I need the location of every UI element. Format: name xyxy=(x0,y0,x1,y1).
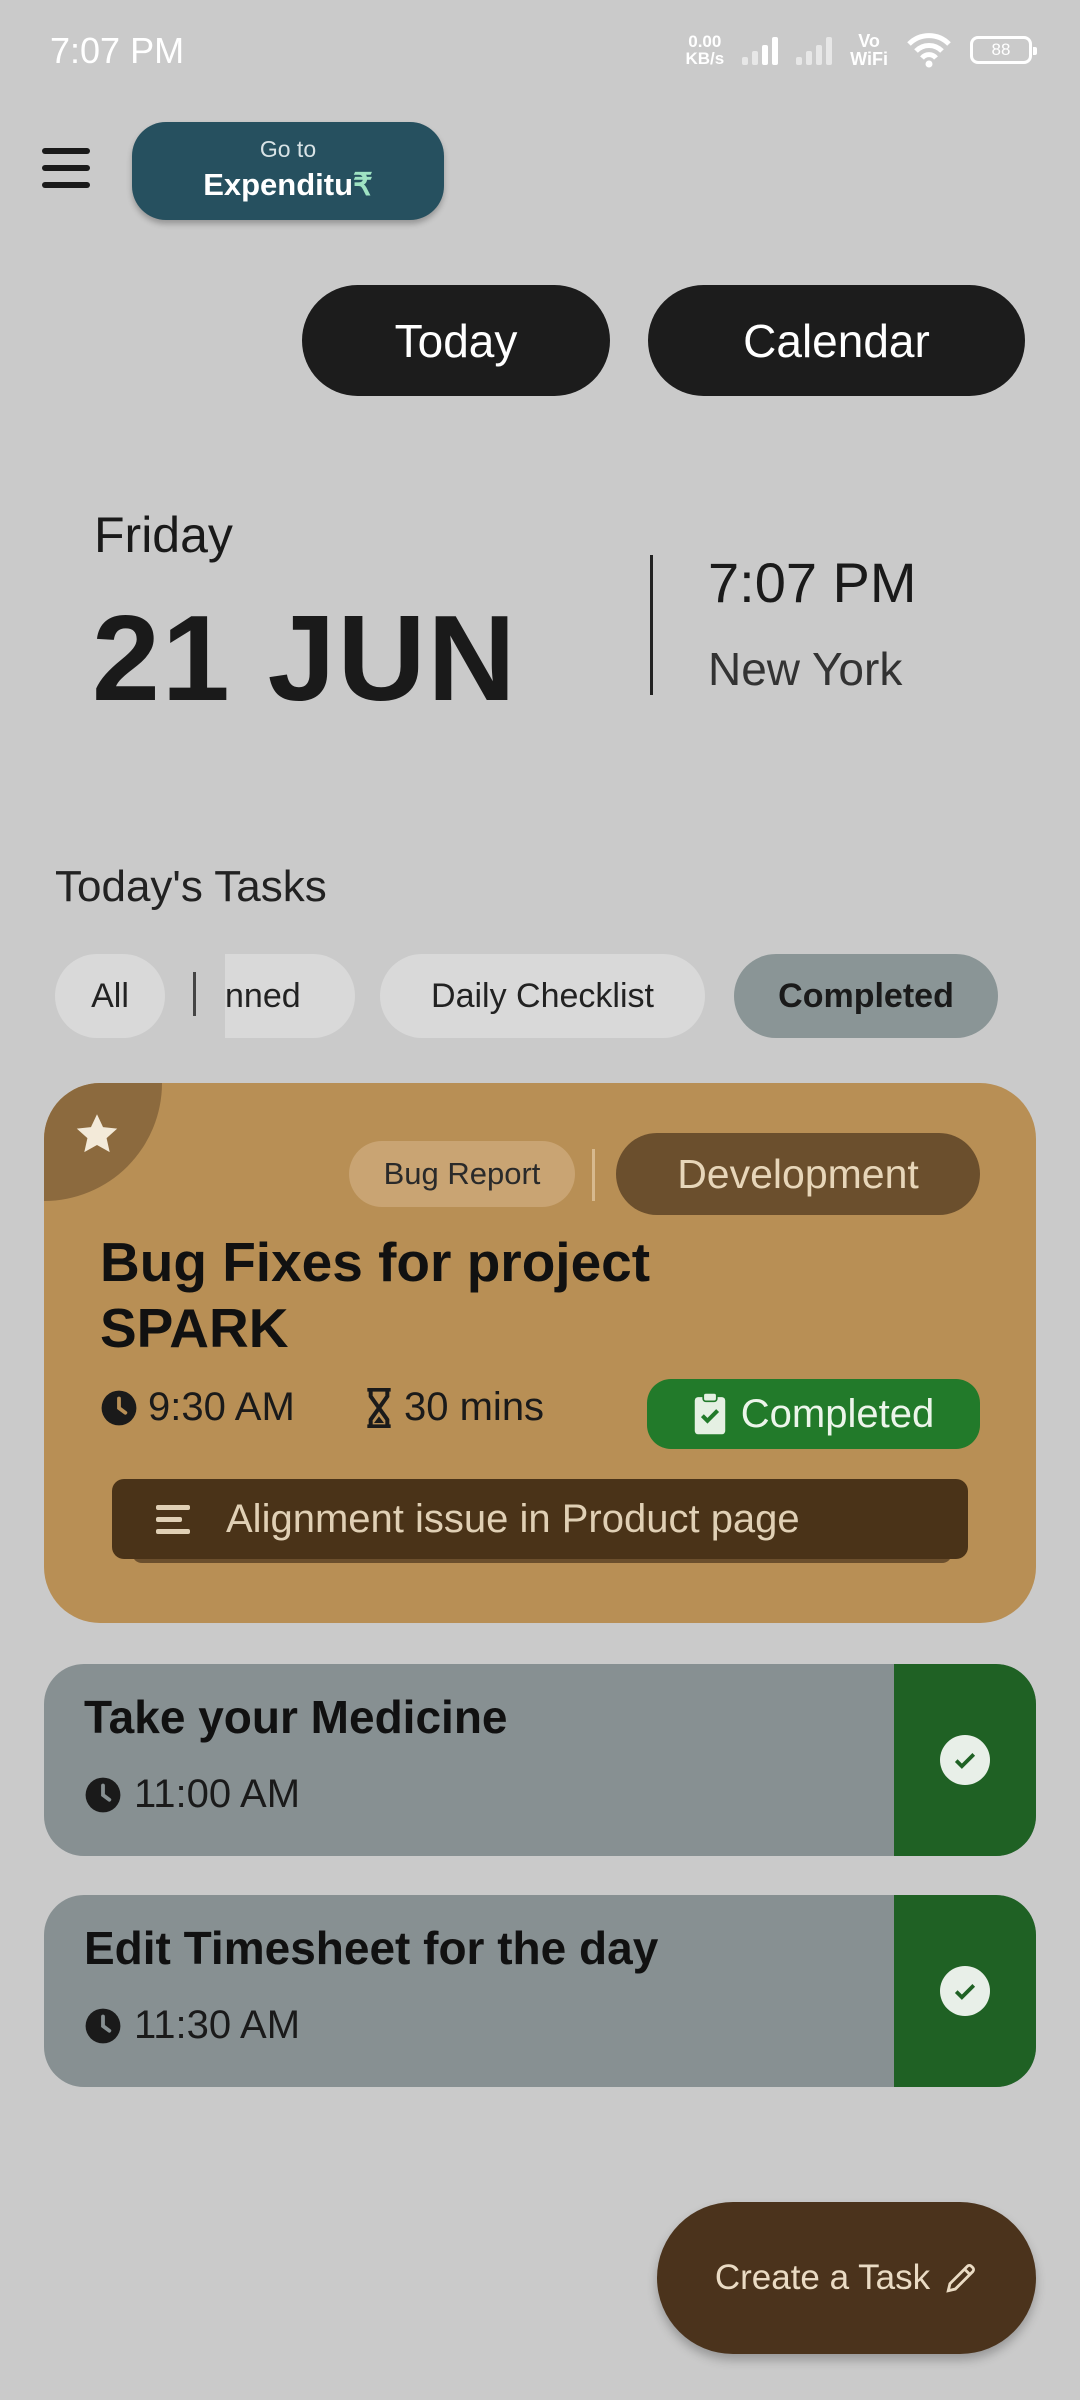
city-name: New York xyxy=(708,643,903,695)
task-title: Bug Fixes for project SPARK xyxy=(100,1231,651,1359)
task-time: 11:30 AM xyxy=(84,2003,300,2048)
pencil-icon xyxy=(946,2264,976,2293)
today-button[interactable]: Today xyxy=(302,285,610,396)
signal-icon xyxy=(742,35,779,65)
star-icon xyxy=(76,1114,118,1153)
completed-badge: Completed xyxy=(647,1379,980,1449)
date-divider xyxy=(650,555,653,695)
mark-done-button[interactable] xyxy=(894,1664,1036,1856)
date-display: 21 JUN xyxy=(92,590,518,726)
clock-icon xyxy=(101,1390,137,1425)
tag-development: Development xyxy=(616,1133,980,1215)
filter-completed[interactable]: Completed xyxy=(734,954,998,1038)
filter-all[interactable]: All xyxy=(55,954,165,1038)
check-icon xyxy=(940,1735,990,1785)
clock-time: 7:07 PM xyxy=(708,551,917,614)
create-task-label: Create a Task xyxy=(714,2258,931,2297)
go-to-expenditure-button[interactable]: Go to Expenditu₹ xyxy=(132,122,444,220)
clock-icon xyxy=(85,2008,121,2043)
task-time: 11:00 AM xyxy=(84,1772,300,1817)
task-card-timesheet[interactable]: Edit Timesheet for the day 11:30 AM xyxy=(44,1895,1036,2087)
filter-chips: All nned Daily Checklist Completed xyxy=(55,954,1055,1038)
wifi-icon xyxy=(907,33,951,68)
clock-icon xyxy=(85,1777,121,1812)
hourglass-icon xyxy=(367,1387,391,1428)
tag-divider xyxy=(592,1149,595,1201)
notes-icon xyxy=(156,1504,190,1534)
status-icons: 0.00 KB/s Vo WiFi 88 xyxy=(685,31,1037,69)
signal-icon-2 xyxy=(796,35,833,65)
task-title: Take your Medicine xyxy=(84,1691,508,1743)
expenditure-label: Expenditu₹ xyxy=(203,167,373,202)
task-duration: 30 mins xyxy=(364,1385,544,1430)
task-time: 9:30 AM xyxy=(100,1385,295,1430)
battery-icon: 88 xyxy=(970,36,1037,64)
clipboard-check-icon xyxy=(694,1392,726,1435)
favorite-toggle[interactable] xyxy=(44,1083,162,1201)
status-time: 7:07 PM xyxy=(50,30,185,71)
goto-label: Go to xyxy=(259,136,317,162)
network-speed: 0.00 KB/s xyxy=(685,32,725,68)
check-icon xyxy=(940,1966,990,2016)
hamburger-menu-icon[interactable] xyxy=(42,148,90,188)
task-description[interactable]: Alignment issue in Product page xyxy=(112,1479,968,1559)
rupee-icon: ₹ xyxy=(353,167,373,202)
calendar-button[interactable]: Calendar xyxy=(648,285,1025,396)
task-title: Edit Timesheet for the day xyxy=(84,1922,659,1974)
task-card-bug-fixes[interactable]: Bug Report Development Bug Fixes for pro… xyxy=(44,1083,1036,1623)
mark-done-button[interactable] xyxy=(894,1895,1036,2087)
task-card-medicine[interactable]: Take your Medicine 11:00 AM xyxy=(44,1664,1036,1856)
tasks-section-title: Today's Tasks xyxy=(55,862,327,911)
create-task-button[interactable]: Create a Task xyxy=(657,2202,1036,2354)
vowifi-label: Vo WiFi xyxy=(850,31,888,69)
filter-divider xyxy=(193,972,196,1016)
tag-bug-report: Bug Report xyxy=(349,1141,575,1207)
day-name: Friday xyxy=(94,507,233,563)
filter-daily-checklist[interactable]: Daily Checklist xyxy=(380,954,705,1038)
filter-planned[interactable]: nned xyxy=(225,954,355,1038)
